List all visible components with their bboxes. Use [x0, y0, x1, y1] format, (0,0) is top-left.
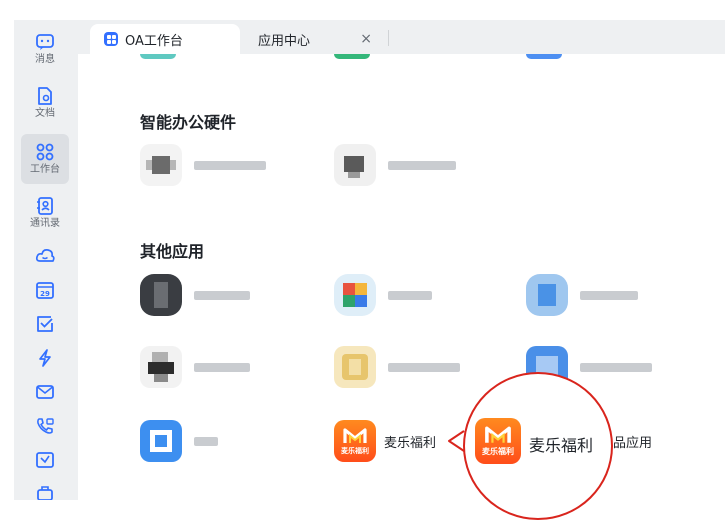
other-app-item[interactable] [140, 274, 250, 316]
hardware-app-item[interactable] [334, 144, 456, 186]
app-icon [526, 274, 568, 316]
tab-label: 应用中心 [258, 33, 311, 49]
cloud-icon [35, 248, 55, 262]
tab-bar: OA工作台 应用中心 × [78, 20, 725, 54]
app-icon [140, 346, 182, 388]
blurred-app-name [194, 290, 250, 300]
app-icon [140, 144, 182, 186]
app-maile-welfare[interactable]: 麦乐福利 麦乐福利 [334, 420, 436, 462]
approval-icon [36, 452, 54, 468]
app-icon [140, 274, 182, 316]
rail-item-messages[interactable]: 消息 [21, 32, 69, 72]
close-icon[interactable]: × [360, 32, 372, 46]
rail-item-tasks[interactable] [21, 314, 69, 338]
blurred-app-name [194, 160, 266, 170]
rail-item-contacts[interactable]: 通讯录 [21, 196, 69, 236]
rail-item-approval[interactable] [21, 450, 69, 474]
maile-m-logo-icon [485, 426, 511, 443]
blurred-app-name [388, 362, 460, 372]
tab-divider [388, 30, 389, 46]
rail-item-mail[interactable] [21, 382, 69, 406]
task-check-icon [37, 316, 53, 332]
magnifier-callout: 麦乐福利 麦乐福利 [463, 372, 613, 520]
app-icon [334, 144, 376, 186]
tab-oa-workbench[interactable]: OA工作台 [90, 24, 240, 54]
left-rail: 消息 文档 工作台 通讯录 29 [14, 20, 78, 500]
section-title-other: 其他应用 [140, 242, 205, 261]
mail-icon [36, 385, 54, 399]
app-icon [140, 420, 182, 462]
callout-app-name: 麦乐福利 [529, 436, 594, 455]
app-icon [334, 346, 376, 388]
workbench-icon [36, 143, 54, 161]
blurred-app-name [388, 160, 456, 170]
workbench-content: 智能办公硬件 其他应用 麦乐福利 麦乐福利 精品应用 [78, 54, 725, 523]
message-icon [36, 34, 54, 50]
document-icon [38, 87, 52, 105]
maile-welfare-icon: 麦乐福利 [334, 420, 376, 462]
hardware-app-item[interactable] [140, 144, 266, 186]
blurred-app-name [580, 290, 638, 300]
more-app-icon [37, 486, 53, 500]
maile-icon-subtext: 麦乐福利 [341, 446, 369, 455]
workbench-logo-icon [104, 32, 118, 46]
partial-app-icon[interactable] [334, 54, 370, 59]
partial-app-icon[interactable] [140, 54, 176, 59]
rail-label-messages: 消息 [35, 54, 55, 65]
partial-app-icon[interactable] [526, 54, 562, 59]
calendar-day-number: 29 [40, 290, 50, 298]
blurred-app-name [194, 436, 218, 446]
app-name-maile: 麦乐福利 [384, 435, 437, 451]
video-call-icon [37, 418, 54, 434]
rail-item-lightning[interactable] [21, 348, 69, 372]
app-icon [334, 274, 376, 316]
other-app-item[interactable] [334, 274, 432, 316]
maile-welfare-icon-enlarged: 麦乐福利 [475, 418, 521, 464]
rail-item-cloud[interactable] [21, 246, 69, 270]
rail-label-contacts: 通讯录 [30, 218, 60, 229]
lightning-icon [39, 349, 51, 367]
contacts-icon [37, 197, 53, 215]
maile-icon-subtext: 麦乐福利 [482, 447, 514, 456]
section-title-hardware: 智能办公硬件 [140, 113, 237, 132]
tab-app-center[interactable]: 应用中心 × [246, 24, 388, 54]
rail-item-more[interactable] [21, 484, 69, 500]
blurred-app-name [388, 290, 432, 300]
rail-item-calendar[interactable]: 29 [21, 280, 69, 304]
calendar-icon: 29 [36, 282, 54, 299]
other-app-item[interactable] [334, 346, 460, 388]
blurred-app-name [194, 362, 250, 372]
rail-item-call[interactable] [21, 416, 69, 440]
tab-label: OA工作台 [125, 33, 183, 49]
rail-label-workbench: 工作台 [30, 164, 60, 175]
rail-item-docs[interactable]: 文档 [21, 86, 69, 126]
rail-item-workbench[interactable]: 工作台 [21, 134, 69, 184]
blurred-app-name [580, 362, 652, 372]
maile-m-logo-icon [343, 427, 367, 443]
other-app-item[interactable] [140, 346, 250, 388]
other-app-item[interactable] [140, 420, 218, 462]
other-app-item[interactable] [526, 274, 638, 316]
rail-label-docs: 文档 [35, 108, 55, 119]
